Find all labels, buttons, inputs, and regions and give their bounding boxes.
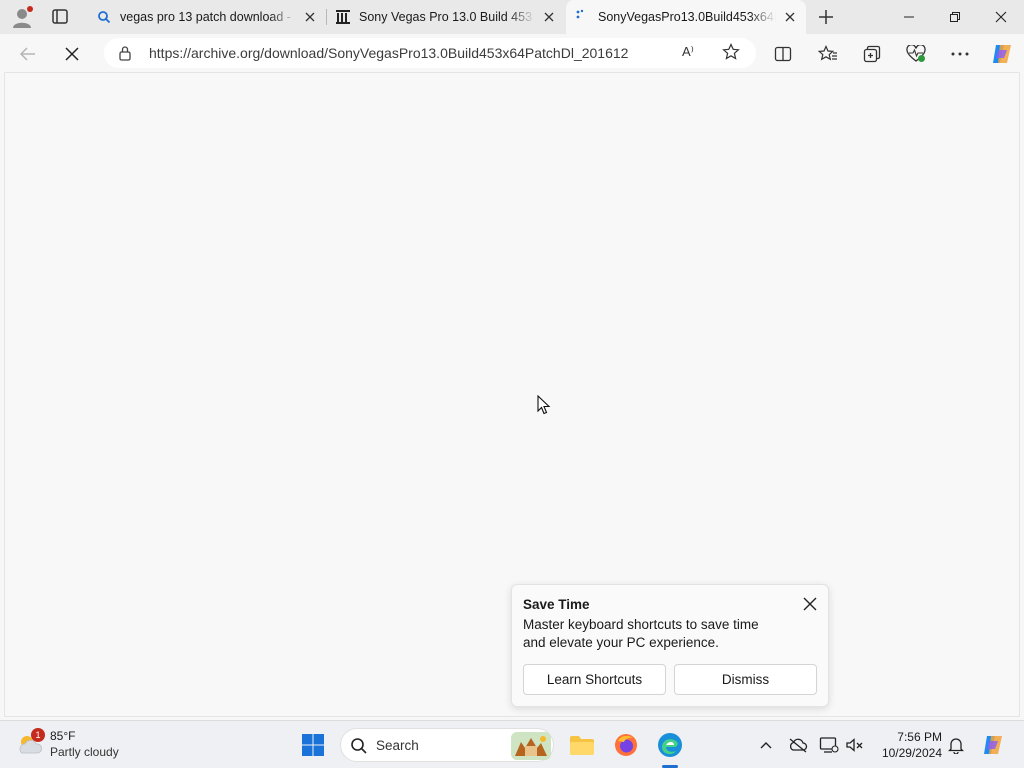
bell-icon [948, 738, 964, 754]
popup-title: Save Time [523, 597, 590, 612]
more-dots-icon [951, 52, 969, 56]
network-display-icon [819, 737, 839, 753]
tab-archive[interactable]: Sony Vegas Pro 13.0 Build 453 (x64) [327, 0, 565, 34]
search-label: Search [376, 738, 419, 753]
close-window-button[interactable] [978, 0, 1024, 34]
firefox-button[interactable] [610, 729, 642, 761]
favorites-button[interactable] [815, 41, 841, 67]
tab-title: Sony Vegas Pro 13.0 Build 453 (x64) [359, 10, 535, 24]
clock-time: 7:56 PM [897, 730, 942, 744]
minimize-button[interactable] [886, 0, 932, 34]
navigation-toolbar: https://archive.org/download/SonyVegasPr… [0, 34, 1024, 72]
network-button[interactable] [818, 734, 840, 756]
volume-button[interactable] [844, 734, 866, 756]
edge-button[interactable] [654, 729, 686, 761]
close-tab-icon[interactable] [541, 9, 557, 25]
cloud-offline-icon [789, 738, 808, 753]
favorites-icon [818, 45, 837, 61]
collections-icon [863, 45, 881, 63]
close-tab-icon[interactable] [782, 9, 798, 25]
firefox-icon [615, 734, 637, 756]
favorite-star-icon[interactable] [722, 43, 740, 66]
search-icon [96, 9, 112, 25]
mouse-cursor-icon [537, 394, 551, 420]
popup-message: Master keyboard shortcuts to save time a… [523, 617, 759, 650]
read-aloud-icon[interactable]: A⁾ [682, 44, 694, 60]
tab-strip: vegas pro 13 patch download - Search Son… [0, 0, 1024, 34]
collections-button[interactable] [859, 41, 885, 67]
speaker-muted-icon [846, 738, 863, 752]
address-bar[interactable]: https://archive.org/download/SonyVegasPr… [104, 38, 756, 68]
notifications-button[interactable] [945, 734, 967, 756]
dismiss-button[interactable]: Dismiss [674, 664, 817, 695]
tab-actions-icon [52, 9, 68, 24]
onedrive-button[interactable] [787, 734, 809, 756]
split-screen-icon [774, 46, 792, 62]
taskbar-search[interactable]: Search [340, 728, 554, 762]
minimize-icon [904, 16, 914, 18]
browser-essentials-button[interactable] [903, 41, 929, 67]
stop-loading-button[interactable] [59, 41, 85, 67]
plus-icon [819, 10, 833, 24]
loading-icon [574, 9, 590, 25]
copilot-taskbar-button[interactable] [980, 732, 1006, 758]
system-clock[interactable]: 7:56 PM 10/29/2024 [872, 729, 942, 761]
tab-title: vegas pro 13 patch download - Search [120, 10, 296, 24]
start-button[interactable] [297, 729, 329, 761]
search-highlight-icon [511, 732, 551, 760]
archive-icon [335, 9, 351, 25]
close-popup-button[interactable] [802, 596, 818, 612]
copilot-button[interactable] [989, 41, 1015, 67]
new-tab-button[interactable] [814, 5, 838, 29]
settings-menu-button[interactable] [947, 41, 973, 67]
url-text[interactable]: https://archive.org/download/SonyVegasPr… [149, 45, 628, 61]
close-tab-icon[interactable] [302, 9, 318, 25]
folder-icon [570, 736, 594, 755]
clock-date: 10/29/2024 [881, 746, 942, 760]
copilot-icon [993, 45, 1011, 63]
show-hidden-icons-button[interactable] [755, 734, 777, 756]
site-info-icon[interactable] [118, 45, 132, 66]
back-button[interactable] [15, 41, 41, 67]
tab-title: SonyVegasPro13.0Build453x64PatchDl_20161… [598, 10, 776, 24]
weather-alert-badge: 1 [31, 728, 45, 742]
tab-download-active[interactable]: SonyVegasPro13.0Build453x64PatchDl_20161… [566, 0, 806, 34]
restore-icon [950, 12, 960, 22]
windows-icon [302, 734, 324, 756]
copilot-icon [984, 736, 1002, 754]
taskbar: 1 85°F Partly cloudy Search 7:56 PM 10/2… [0, 720, 1024, 768]
stop-icon [65, 47, 79, 61]
file-explorer-button[interactable] [566, 729, 598, 761]
weather-condition: Partly cloudy [50, 745, 119, 759]
weather-temperature: 85°F [50, 729, 76, 743]
learn-shortcuts-button[interactable]: Learn Shortcuts [523, 664, 666, 695]
notification-dot [27, 6, 33, 12]
heart-pulse-icon [906, 45, 926, 62]
tab-actions-button[interactable] [48, 6, 72, 28]
edge-icon [658, 733, 682, 757]
tab-search[interactable]: vegas pro 13 patch download - Search [88, 0, 326, 34]
back-arrow-icon [19, 47, 35, 61]
split-screen-button[interactable] [770, 41, 796, 67]
restore-button[interactable] [932, 0, 978, 34]
close-icon [803, 597, 817, 611]
search-icon [351, 738, 367, 754]
profile-avatar[interactable] [10, 5, 34, 29]
close-icon [995, 11, 1007, 23]
weather-widget[interactable]: 1 85°F Partly cloudy [16, 727, 146, 763]
save-time-popup: Save Time Master keyboard shortcuts to s… [511, 584, 829, 707]
chevron-up-icon [760, 742, 772, 749]
